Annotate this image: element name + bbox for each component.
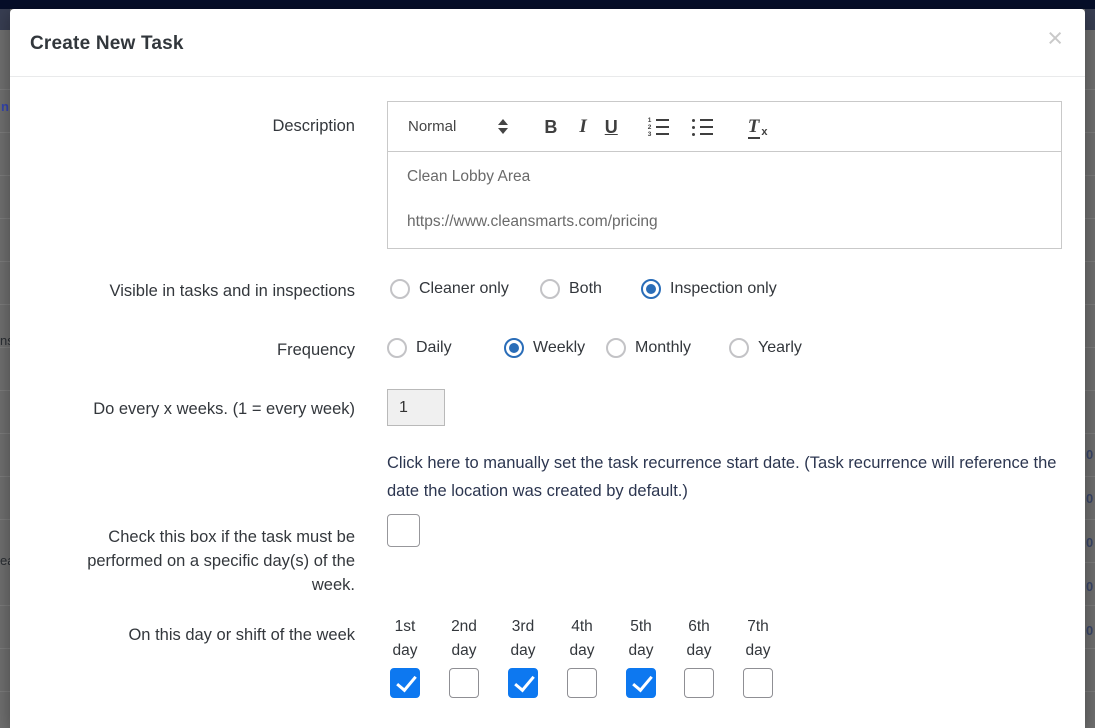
backdrop-right-strip xyxy=(1085,9,1095,728)
day-column-3: 3rd day xyxy=(500,615,546,698)
day-ordinal: 5th xyxy=(618,615,664,639)
backdrop-text-fragment: 0 xyxy=(1086,580,1095,593)
day-ordinal: 3rd xyxy=(500,615,546,639)
radio-circle xyxy=(504,338,524,358)
ordered-list-icon[interactable]: 1 2 3 xyxy=(648,118,670,136)
backdrop-text-fragment: 0 xyxy=(1086,624,1095,637)
day-word: day xyxy=(676,639,722,663)
radio-label: Daily xyxy=(416,339,452,357)
day-word: day xyxy=(735,639,781,663)
ordered-list-number: 3 xyxy=(648,132,652,139)
create-new-task-modal: Create New Task × Description Normal B I… xyxy=(10,9,1085,728)
backdrop-navbar xyxy=(0,0,1095,9)
recurrence-start-date-link[interactable]: Click here to manually set the task recu… xyxy=(387,450,1067,505)
clear-formatting-t: T xyxy=(748,116,761,139)
day-word: day xyxy=(618,639,664,663)
description-editor: Normal B I U 1 2 3 Tx Clean Lobby Area h… xyxy=(387,101,1062,249)
radio-circle xyxy=(387,338,407,358)
day-ordinal: 4th xyxy=(559,615,605,639)
radio-yearly[interactable]: Yearly xyxy=(729,337,802,359)
day-column-6: 6th day xyxy=(676,615,722,698)
specific-day-label: Check this box if the task must be perfo… xyxy=(77,525,355,597)
day-ordinal: 6th xyxy=(676,615,722,639)
frequency-label: Frequency xyxy=(30,338,355,362)
clear-formatting-icon[interactable]: Tx xyxy=(748,116,767,138)
radio-label: Weekly xyxy=(533,339,585,357)
day-column-7: 7th day xyxy=(735,615,781,698)
format-dropdown[interactable]: Normal xyxy=(408,118,456,135)
editor-toolbar: Normal B I U 1 2 3 Tx xyxy=(388,102,1061,152)
day-word: day xyxy=(441,639,487,663)
day-ordinal: 2nd xyxy=(441,615,487,639)
specific-day-checkbox[interactable] xyxy=(387,514,420,547)
underline-icon[interactable]: U xyxy=(605,116,618,138)
backdrop-navbar-right-stub xyxy=(1085,9,1095,30)
radio-label: Inspection only xyxy=(670,280,777,298)
day-4-checkbox[interactable] xyxy=(567,668,597,698)
description-label: Description xyxy=(30,114,355,138)
backdrop-text-fragment: 0 xyxy=(1086,492,1095,505)
day-2-checkbox[interactable] xyxy=(449,668,479,698)
backdrop-navbar-left-stub xyxy=(0,9,10,30)
day-1-checkbox[interactable] xyxy=(390,668,420,698)
radio-circle xyxy=(390,279,410,299)
description-editor-content[interactable]: Clean Lobby Area https://www.cleansmarts… xyxy=(388,152,1061,248)
radio-circle xyxy=(641,279,661,299)
backdrop-text-fragment: 0 xyxy=(1086,536,1095,549)
italic-icon[interactable]: I xyxy=(579,116,586,138)
interval-label: Do every x weeks. (1 = every week) xyxy=(30,397,355,421)
day-column-5: 5th day xyxy=(618,615,664,698)
day-7-checkbox[interactable] xyxy=(743,668,773,698)
radio-both[interactable]: Both xyxy=(540,278,602,300)
radio-cleaner-only[interactable]: Cleaner only xyxy=(390,278,509,300)
visibility-label: Visible in tasks and in inspections xyxy=(30,279,355,303)
day-word: day xyxy=(382,639,428,663)
close-icon[interactable]: × xyxy=(1047,25,1063,52)
format-dropdown-value: Normal xyxy=(408,118,456,135)
days-of-week-label: On this day or shift of the week xyxy=(30,623,355,647)
backdrop-text-fragment: ns xyxy=(0,334,10,347)
radio-inspection-only[interactable]: Inspection only xyxy=(641,278,777,300)
day-ordinal: 1st xyxy=(382,615,428,639)
interval-input[interactable] xyxy=(387,389,445,426)
bullet-list-icon[interactable] xyxy=(692,118,714,136)
day-5-checkbox[interactable] xyxy=(626,668,656,698)
day-column-4: 4th day xyxy=(559,615,605,698)
day-6-checkbox[interactable] xyxy=(684,668,714,698)
format-dropdown-arrows-icon[interactable] xyxy=(498,119,508,134)
editor-line: https://www.cleansmarts.com/pricing xyxy=(407,212,1042,231)
day-ordinal: 7th xyxy=(735,615,781,639)
radio-circle xyxy=(729,338,749,358)
day-3-checkbox[interactable] xyxy=(508,668,538,698)
radio-weekly[interactable]: Weekly xyxy=(504,337,585,359)
radio-circle xyxy=(540,279,560,299)
backdrop-left-strip xyxy=(0,9,10,728)
backdrop-text-fragment: 0 xyxy=(1086,448,1095,461)
bold-icon[interactable]: B xyxy=(544,116,557,138)
day-word: day xyxy=(500,639,546,663)
radio-label: Cleaner only xyxy=(419,280,509,298)
radio-circle xyxy=(606,338,626,358)
modal-header: Create New Task × xyxy=(10,9,1085,77)
backdrop-text-fragment: n xyxy=(1,100,9,113)
radio-daily[interactable]: Daily xyxy=(387,337,452,359)
editor-line: Clean Lobby Area xyxy=(407,167,1042,186)
clear-formatting-x: x xyxy=(761,126,767,138)
day-column-2: 2nd day xyxy=(441,615,487,698)
day-word: day xyxy=(559,639,605,663)
backdrop-text-fragment: ea xyxy=(0,554,10,567)
radio-monthly[interactable]: Monthly xyxy=(606,337,691,359)
radio-label: Monthly xyxy=(635,339,691,357)
modal-title: Create New Task xyxy=(30,33,184,55)
radio-label: Yearly xyxy=(758,339,802,357)
radio-label: Both xyxy=(569,280,602,298)
day-column-1: 1st day xyxy=(382,615,428,698)
